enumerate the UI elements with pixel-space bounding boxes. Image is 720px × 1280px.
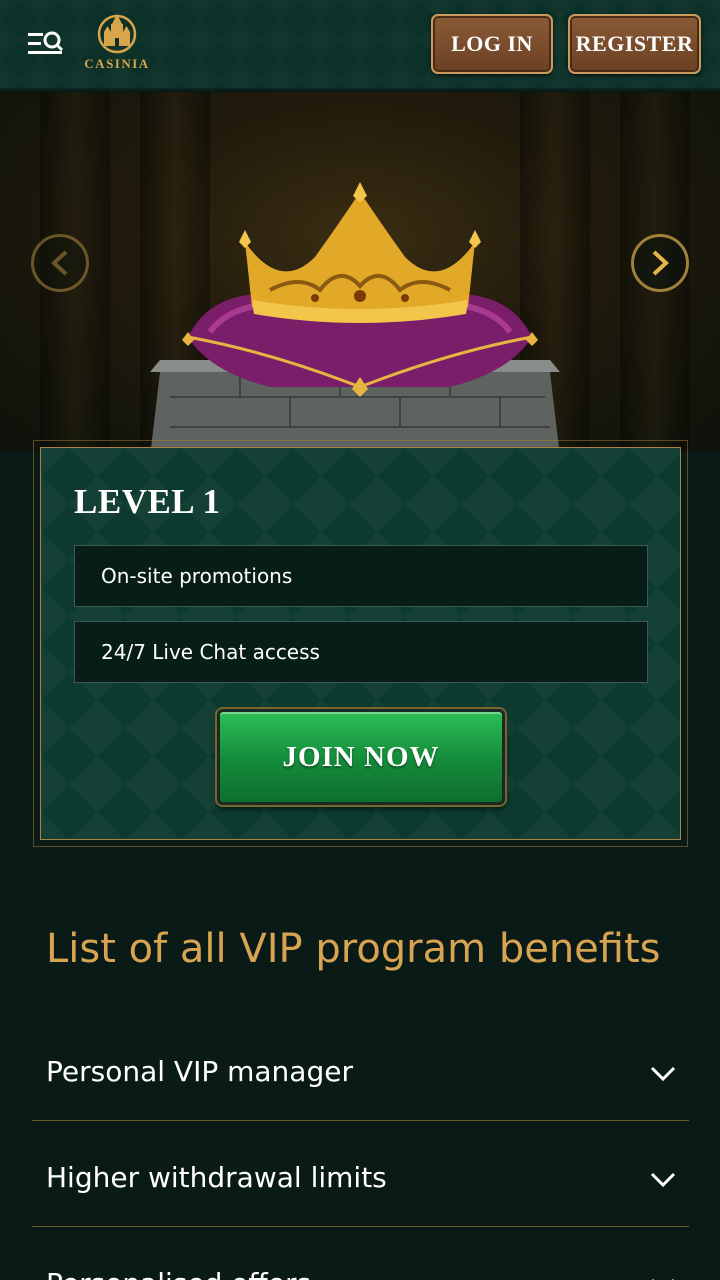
benefit-label: Personalised offers bbox=[46, 1267, 311, 1280]
perk-item: 24/7 Live Chat access bbox=[74, 621, 648, 683]
chevron-left-icon bbox=[51, 250, 68, 276]
chevron-right-icon bbox=[652, 250, 669, 276]
chevron-down-icon bbox=[650, 1172, 676, 1188]
benefits-heading: List of all VIP program benefits bbox=[46, 926, 661, 972]
castle-logo-icon bbox=[97, 14, 137, 54]
casinia-logo[interactable]: CASINIA bbox=[82, 12, 152, 78]
benefit-accordion-item[interactable]: Personal VIP manager bbox=[32, 1015, 689, 1121]
join-now-button[interactable]: JOIN NOW bbox=[217, 709, 505, 805]
level-title: LEVEL 1 bbox=[74, 482, 221, 521]
vip-level-card: LEVEL 1 On-site promotions 24/7 Live Cha… bbox=[33, 440, 688, 847]
crown-image bbox=[150, 182, 560, 452]
chevron-down-icon bbox=[652, 1278, 674, 1280]
hero-banner bbox=[0, 92, 720, 452]
carousel-next-button[interactable] bbox=[631, 234, 689, 292]
logo-text: CASINIA bbox=[84, 56, 150, 71]
menu-search-icon[interactable] bbox=[28, 30, 64, 60]
benefit-label: Personal VIP manager bbox=[46, 1055, 353, 1088]
register-button[interactable]: REGISTER bbox=[568, 14, 701, 74]
perk-item: On-site promotions bbox=[74, 545, 648, 607]
top-header: CASINIA LOG IN REGISTER bbox=[0, 0, 720, 90]
benefit-accordion-item[interactable]: Personalised offers bbox=[32, 1227, 689, 1280]
login-button[interactable]: LOG IN bbox=[431, 14, 553, 74]
benefit-accordion-item[interactable]: Higher withdrawal limits bbox=[32, 1121, 689, 1227]
carousel-prev-button[interactable] bbox=[31, 234, 89, 292]
chevron-down-icon bbox=[650, 1066, 676, 1082]
benefit-label: Higher withdrawal limits bbox=[46, 1161, 387, 1194]
